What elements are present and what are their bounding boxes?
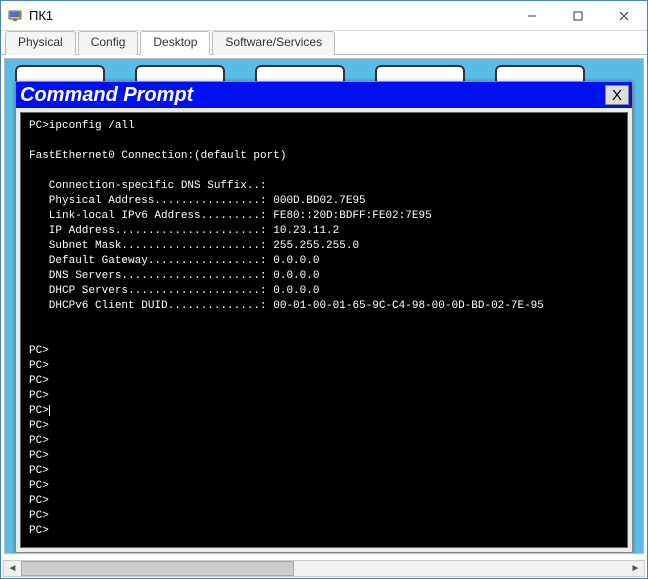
- scroll-right-arrow-icon[interactable]: ►: [627, 561, 644, 576]
- terminal-line: PC>ipconfig /all: [29, 120, 135, 132]
- terminal-output[interactable]: PC>ipconfig /all FastEthernet0 Connectio…: [20, 112, 628, 548]
- terminal-line: Default Gateway.................: 0.0.0.…: [29, 255, 319, 267]
- scroll-track[interactable]: [21, 561, 627, 576]
- terminal-cursor: [49, 405, 50, 416]
- window-titlebar: ПК1: [1, 1, 647, 31]
- terminal-prompt: PC>: [29, 420, 49, 432]
- terminal-line: Subnet Mask.....................: 255.25…: [29, 240, 359, 252]
- terminal-prompt: PC>: [29, 435, 49, 447]
- command-prompt-window: Command Prompt X PC>ipconfig /all FastEt…: [15, 81, 633, 553]
- window-controls: [509, 1, 647, 30]
- minimize-button[interactable]: [509, 1, 555, 30]
- tab-physical[interactable]: Physical: [5, 31, 76, 55]
- terminal-prompt: PC>: [29, 375, 49, 387]
- terminal-prompt: PC>: [29, 360, 49, 372]
- app-icon: [7, 8, 23, 24]
- terminal-prompt: PC>: [29, 510, 49, 522]
- command-prompt-titlebar[interactable]: Command Prompt X: [16, 82, 632, 108]
- scroll-thumb[interactable]: [21, 561, 294, 576]
- terminal-prompt: PC>: [29, 345, 49, 357]
- desktop-area: Command Prompt X PC>ipconfig /all FastEt…: [4, 58, 644, 554]
- tab-bar: Physical Config Desktop Software/Service…: [1, 31, 647, 55]
- terminal-prompt: PC>: [29, 390, 49, 402]
- terminal-line: DHCPv6 Client DUID..............: 00-01-…: [29, 300, 544, 312]
- terminal-line: IP Address......................: 10.23.…: [29, 225, 339, 237]
- tab-desktop[interactable]: Desktop: [140, 31, 210, 55]
- window-title: ПК1: [29, 8, 509, 23]
- terminal-prompt: PC>: [29, 465, 49, 477]
- terminal-prompt: PC>: [29, 525, 49, 537]
- command-prompt-title: Command Prompt: [20, 84, 605, 107]
- terminal-prompt: PC>: [29, 480, 49, 492]
- tab-config[interactable]: Config: [78, 31, 139, 55]
- close-button[interactable]: [601, 1, 647, 30]
- tab-software[interactable]: Software/Services: [212, 31, 335, 55]
- terminal-line: DHCP Servers....................: 0.0.0.…: [29, 285, 319, 297]
- terminal-line: FastEthernet0 Connection:(default port): [29, 150, 286, 162]
- terminal-prompt: PC>: [29, 450, 49, 462]
- terminal-line: Physical Address................: 000D.B…: [29, 195, 366, 207]
- terminal-line: DNS Servers.....................: 0.0.0.…: [29, 270, 319, 282]
- horizontal-scrollbar[interactable]: ◄ ►: [3, 560, 645, 577]
- terminal-prompt: PC>: [29, 405, 49, 417]
- maximize-button[interactable]: [555, 1, 601, 30]
- terminal-line: Link-local IPv6 Address.........: FE80::…: [29, 210, 432, 222]
- command-prompt-close-button[interactable]: X: [605, 85, 629, 105]
- terminal-line: Connection-specific DNS Suffix..:: [29, 180, 273, 192]
- scroll-left-arrow-icon[interactable]: ◄: [4, 561, 21, 576]
- terminal-prompt: PC>: [29, 495, 49, 507]
